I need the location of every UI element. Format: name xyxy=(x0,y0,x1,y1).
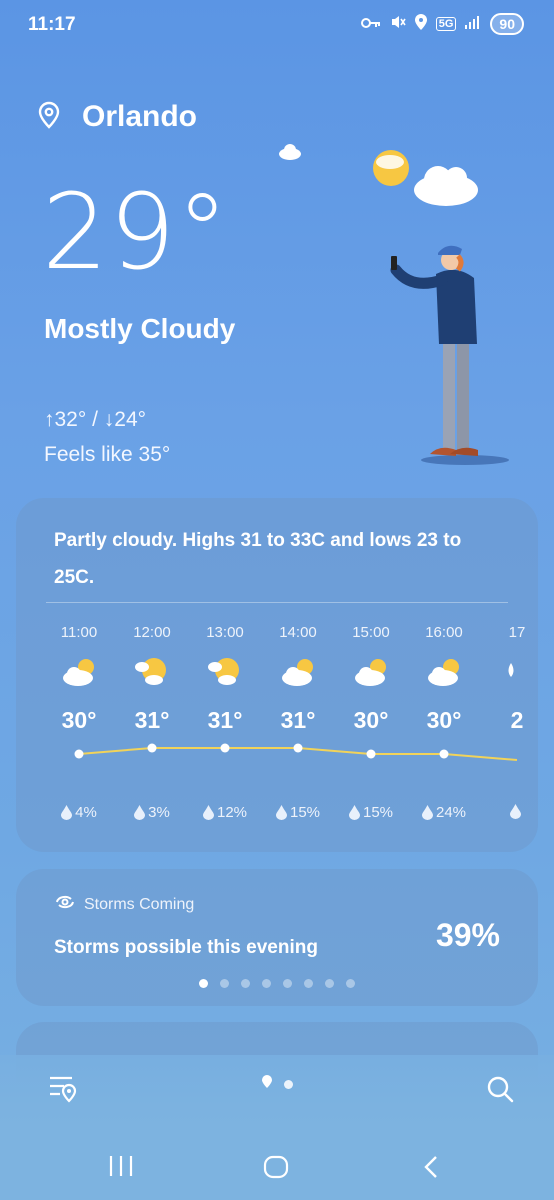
rain-icon xyxy=(497,655,537,689)
carousel-dot[interactable] xyxy=(325,979,334,988)
trend-point xyxy=(293,743,303,753)
precipitation-chance: 24% xyxy=(408,804,480,821)
small-cloud-icon xyxy=(279,144,301,160)
hour-column: 14:00 xyxy=(262,624,334,689)
carousel-dot[interactable] xyxy=(241,979,250,988)
storm-message: Storms possible this evening xyxy=(54,937,318,958)
carousel-dots[interactable] xyxy=(16,979,538,988)
hourly-forecast-card[interactable]: Partly cloudy. Highs 31 to 33C and lows … xyxy=(16,498,538,852)
hour-temperature: 30° xyxy=(61,707,97,733)
carousel-dot[interactable] xyxy=(283,979,292,988)
trend-point xyxy=(147,743,157,753)
partly-cloudy-icon xyxy=(59,655,99,689)
current-condition: Mostly Cloudy xyxy=(44,313,236,344)
precipitation-chance: 3% xyxy=(116,804,188,821)
page-dot xyxy=(284,1079,293,1089)
search-icon[interactable] xyxy=(486,1075,514,1108)
hour-temperature: 31° xyxy=(134,707,170,733)
signal-icon xyxy=(465,15,481,33)
trend-point xyxy=(74,749,84,759)
raindrop-icon xyxy=(510,804,521,819)
precipitation-chance: 4% xyxy=(43,804,115,821)
trend-point xyxy=(439,749,449,759)
raindrop-icon xyxy=(202,805,214,820)
partly-cloudy-icon xyxy=(278,655,318,689)
bottom-toolbar xyxy=(0,1055,554,1125)
storm-header: Storms Coming xyxy=(54,892,194,917)
sun-icon xyxy=(373,150,409,186)
storm-title: Storms Coming xyxy=(84,895,195,913)
storm-alert-card[interactable]: Storms Coming Storms possible this eveni… xyxy=(16,869,538,1006)
partly-cloudy-icon xyxy=(351,655,391,689)
hour-column: 12:00 xyxy=(116,624,188,689)
carousel-dot[interactable] xyxy=(304,979,313,988)
location-name: Orlando xyxy=(82,100,198,133)
mostly-sunny-icon xyxy=(132,655,172,689)
network-badge: 5G xyxy=(435,17,457,31)
mostly-sunny-icon xyxy=(205,655,245,689)
raindrop-icon xyxy=(421,805,433,820)
precipitation-chance: 15% xyxy=(335,804,407,821)
hour-temperature: 2 xyxy=(510,707,524,733)
hour-temperature: 30° xyxy=(426,707,462,733)
high-low-temperature: ↑32° / ↓24° xyxy=(44,408,147,431)
hour-time: 11:00 xyxy=(60,624,98,641)
raindrop-icon xyxy=(61,805,73,820)
hour-column: 16:00 xyxy=(408,624,480,689)
cloud-icon xyxy=(414,166,478,206)
trend-point xyxy=(366,749,376,759)
current-location-pin-icon xyxy=(262,1075,272,1093)
battery-level: 90 xyxy=(499,16,515,32)
forecast-summary: Partly cloudy. Highs 31 to 33C and lows … xyxy=(54,530,462,588)
hour-time: 13:00 xyxy=(206,624,244,641)
raindrop-icon xyxy=(348,805,360,820)
carousel-dot[interactable] xyxy=(262,979,271,988)
hour-time: 16:00 xyxy=(425,624,463,641)
current-temperature: 29° xyxy=(42,171,230,293)
hour-time: 12:00 xyxy=(133,624,171,641)
storm-percent: 39% xyxy=(435,917,500,953)
hour-time: 15:00 xyxy=(352,624,390,641)
raindrop-icon xyxy=(275,805,287,820)
precipitation-chance: 12% xyxy=(189,804,261,821)
partly-cloudy-icon xyxy=(424,655,464,689)
precipitation-chance: 15% xyxy=(262,804,334,821)
status-icons: 5G 90 xyxy=(360,13,524,35)
location-pin-icon xyxy=(38,101,60,134)
hour-column: 17 xyxy=(481,624,538,689)
carousel-dot[interactable] xyxy=(346,979,355,988)
battery-indicator: 90 xyxy=(490,13,524,35)
status-bar: 11:17 5G 90 xyxy=(0,0,554,50)
mute-icon xyxy=(390,14,406,34)
system-nav-bar xyxy=(0,1125,554,1200)
carousel-dot[interactable] xyxy=(220,979,229,988)
temperature-trend-line xyxy=(74,743,518,761)
recent-apps-button[interactable] xyxy=(108,1155,134,1182)
hour-temperature: 31° xyxy=(280,707,316,733)
storm-swirl-icon xyxy=(54,892,76,917)
location-header[interactable]: Orlando xyxy=(38,100,197,134)
location-page-indicator xyxy=(262,1075,293,1093)
back-button[interactable] xyxy=(422,1155,440,1184)
manage-locations-icon[interactable] xyxy=(48,1075,78,1108)
location-status-icon xyxy=(414,14,427,34)
raindrop-icon xyxy=(134,805,146,820)
precipitation-chance xyxy=(481,804,538,819)
trend-point xyxy=(220,743,230,753)
hour-temperature: 31° xyxy=(207,707,243,733)
home-button[interactable] xyxy=(263,1155,289,1184)
status-time: 11:17 xyxy=(28,14,76,35)
carousel-dot[interactable] xyxy=(199,979,208,988)
feels-like: Feels like 35° xyxy=(44,443,171,466)
hour-column: 15:00 xyxy=(335,624,407,689)
hour-column: 13:00 xyxy=(189,624,261,689)
divider xyxy=(46,602,508,603)
hour-column: 11:00 xyxy=(43,624,115,689)
hour-time: 17 xyxy=(508,624,526,641)
hour-time: 14:00 xyxy=(279,624,317,641)
hour-temperature: 30° xyxy=(353,707,389,733)
weather-illustration xyxy=(279,144,509,465)
key-icon xyxy=(360,16,381,33)
